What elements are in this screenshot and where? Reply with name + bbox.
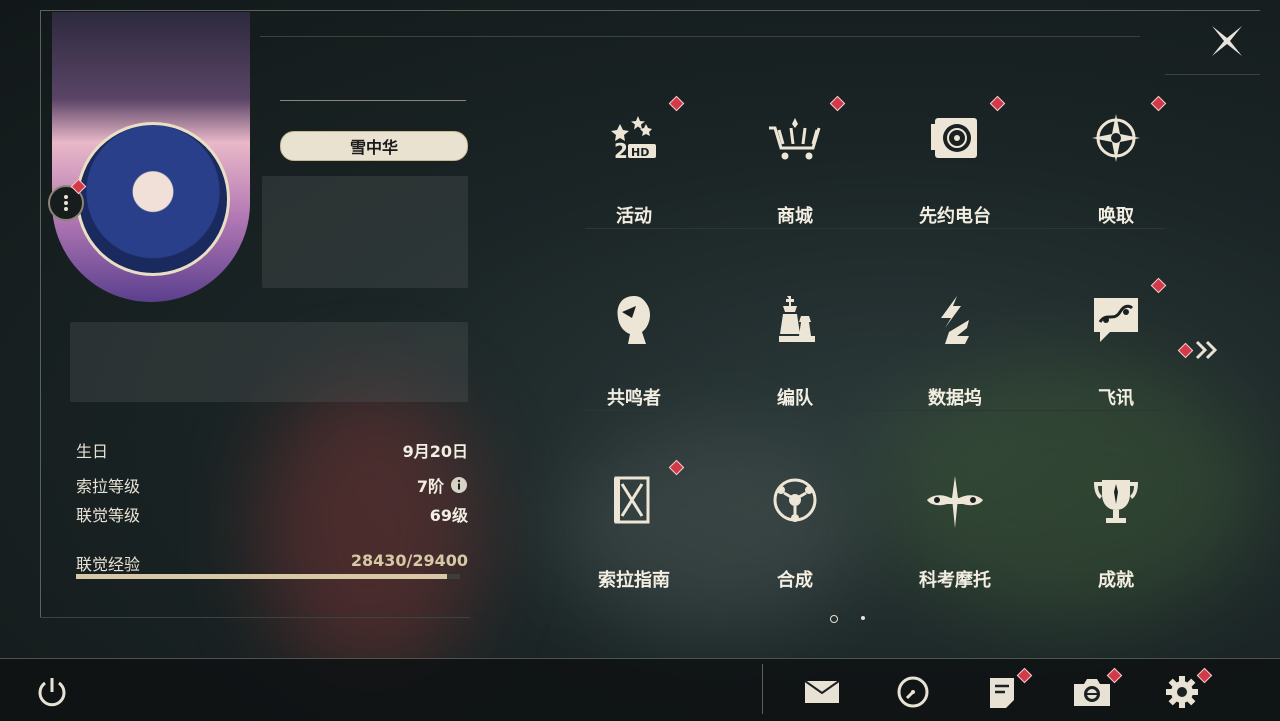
close-button[interactable] [1208, 22, 1246, 60]
camera-button[interactable] [1072, 672, 1112, 712]
next-page-button[interactable] [1177, 338, 1222, 362]
xp-value: 28430/29400 [350, 551, 468, 570]
close-icon [1212, 26, 1242, 56]
uid-blur [70, 322, 468, 402]
signature-blur [262, 176, 468, 288]
gear-icon [1166, 676, 1198, 708]
menu-label: 活动 [616, 206, 652, 227]
settings-button[interactable] [1162, 672, 1202, 712]
xp-progress-bar [76, 574, 460, 579]
double-chevron-right-icon [1195, 340, 1218, 360]
xp-progress-fill [76, 574, 448, 579]
menu-badge [1150, 95, 1167, 112]
player-name: 雪中华 [349, 138, 398, 157]
menu-item-data-dock[interactable]: 数据坞 [905, 292, 1005, 412]
stat-value: 7阶 [416, 477, 444, 496]
menu-label: 科考摩托 [919, 570, 991, 591]
menu-item-motorcycle[interactable]: 科考摩托 [905, 474, 1005, 594]
stat-birthday: 生日 9月20日 [76, 438, 468, 462]
inner-frame-line [260, 36, 1140, 37]
menu-badge [989, 95, 1006, 112]
menu-item-radio[interactable]: 先约电台 [905, 110, 1005, 230]
name-divider [280, 100, 466, 101]
player-name-plate: 雪中华 [280, 131, 468, 161]
menu-item-event[interactable]: 2 HD 活动 [584, 110, 684, 230]
page-indicator[interactable] [861, 616, 865, 620]
menu-label: 编队 [777, 388, 813, 409]
menu-item-team[interactable]: 编队 [745, 292, 845, 412]
stat-label: 生日 [76, 442, 109, 461]
stat-sola-level: 索拉等级 7阶 [76, 473, 468, 497]
svg-text:HD: HD [631, 146, 649, 159]
menu-item-achievement[interactable]: 成就 [1066, 474, 1166, 594]
mail-button[interactable] [802, 672, 842, 712]
xp-label: 联觉经验 [76, 555, 141, 574]
avatar [76, 122, 230, 276]
more-vertical-icon [64, 195, 68, 211]
stat-label: 联觉等级 [76, 506, 141, 525]
notes-icon [990, 678, 1014, 708]
next-page-badge [1177, 342, 1194, 358]
menu-label: 飞讯 [1098, 388, 1134, 409]
menu-item-synthesis[interactable]: 合成 [745, 474, 845, 594]
menu-badge [1150, 277, 1167, 294]
menu-badge [829, 95, 846, 112]
menu-item-guidebook[interactable]: 索拉指南 [584, 474, 684, 594]
menu-label: 合成 [777, 570, 813, 591]
shop-cart-icon [769, 118, 821, 160]
menu-item-resonator[interactable]: 共鸣者 [584, 292, 684, 412]
guidebook-icon [614, 476, 650, 524]
camera-icon [1074, 679, 1110, 706]
menu-label: 先约电台 [919, 206, 991, 227]
inner-frame-line-right [1165, 74, 1260, 75]
stat-value: 9月20日 [402, 442, 468, 461]
stat-union-xp: 联觉经验 28430/29400 [76, 551, 468, 575]
power-icon [38, 678, 66, 707]
background-blur-left [260, 380, 480, 680]
clock-icon [897, 676, 929, 708]
message-icon [1094, 298, 1138, 342]
menu-item-shop[interactable]: 商城 [745, 110, 845, 230]
top-frame-line [40, 10, 1260, 11]
page-indicator-active[interactable] [830, 615, 838, 623]
resonator-icon [617, 296, 650, 344]
power-button[interactable] [32, 672, 72, 712]
stat-value-with-info: 7阶 [417, 473, 468, 497]
clock-button[interactable] [893, 672, 933, 712]
synthesis-icon [773, 478, 817, 522]
summon-icon [1092, 114, 1140, 162]
stat-value: 69级 [429, 506, 468, 525]
menu-label: 成就 [1098, 570, 1134, 591]
menu-label: 索拉指南 [598, 570, 670, 591]
team-chess-icon [779, 296, 815, 342]
menu-label: 唤取 [1098, 206, 1134, 227]
svg-text:2: 2 [614, 139, 628, 163]
mail-icon [804, 680, 840, 703]
stat-label: 索拉等级 [76, 477, 141, 496]
motorcycle-icon [927, 476, 983, 528]
radio-icon [931, 118, 977, 158]
info-icon[interactable] [450, 476, 468, 494]
bottom-divider [762, 664, 763, 714]
menu-badge [668, 95, 685, 112]
menu-item-summon[interactable]: 唤取 [1066, 110, 1166, 230]
menu-item-message[interactable]: 飞讯 [1066, 292, 1166, 412]
menu-label: 数据坞 [928, 388, 982, 409]
menu-label: 共鸣者 [607, 388, 661, 409]
menu-label: 商城 [777, 206, 813, 227]
avatar-card[interactable] [52, 12, 250, 302]
left-bottom-frame-line [40, 617, 470, 618]
event-2hd-icon: 2 HD [611, 116, 656, 163]
left-frame-line [40, 10, 41, 618]
stat-union-level: 联觉等级 69级 [76, 502, 468, 526]
notes-button[interactable] [982, 672, 1022, 712]
data-dock-icon [941, 296, 969, 344]
trophy-icon [1094, 480, 1138, 523]
